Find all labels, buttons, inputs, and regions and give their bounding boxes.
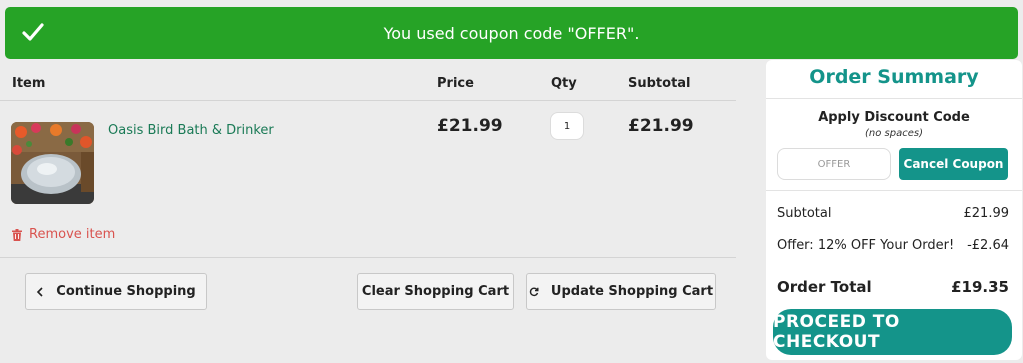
offer-row: Offer: 12% OFF Your Order! -£2.64	[777, 238, 1009, 253]
cart-divider	[0, 257, 736, 258]
check-icon	[22, 23, 44, 41]
continue-shopping-button[interactable]: Continue Shopping	[25, 273, 207, 310]
quantity-input[interactable]	[550, 112, 584, 140]
subtotal-label: Subtotal	[777, 206, 832, 221]
trash-icon	[12, 228, 22, 241]
discount-title: Apply Discount Code	[818, 110, 970, 125]
proceed-to-checkout-button[interactable]: PROCEED TO CHECKOUT	[773, 309, 1012, 355]
coupon-input[interactable]	[777, 148, 891, 180]
item-price: £21.99	[437, 116, 503, 136]
subtotal-row: Subtotal £21.99	[777, 206, 1009, 221]
summary-divider	[766, 98, 1022, 99]
cancel-coupon-button[interactable]: Cancel Coupon	[899, 148, 1008, 180]
offer-label: Offer: 12% OFF Your Order!	[777, 238, 955, 253]
order-summary-title: Order Summary	[809, 66, 979, 88]
success-banner: You used coupon code "OFFER".	[5, 7, 1018, 59]
cart-table-header: Item Price Qty Subtotal	[0, 60, 736, 101]
order-total-label: Order Total	[777, 278, 872, 296]
remove-item-label: Remove item	[29, 227, 116, 242]
order-total-row: Order Total £19.35	[777, 278, 1009, 296]
refresh-icon	[529, 287, 539, 297]
header-qty: Qty	[551, 76, 577, 91]
order-summary-panel: Order Summary Apply Discount Code (no sp…	[766, 60, 1022, 360]
header-subtotal: Subtotal	[628, 76, 691, 91]
banner-message: You used coupon code "OFFER".	[383, 23, 640, 43]
clear-cart-button[interactable]: Clear Shopping Cart	[357, 273, 514, 310]
continue-shopping-label: Continue Shopping	[56, 284, 196, 299]
header-item: Item	[12, 76, 46, 91]
subtotal-value: £21.99	[963, 206, 1010, 221]
summary-divider	[766, 190, 1022, 191]
discount-subtitle: (no spaces)	[865, 128, 923, 139]
update-cart-button[interactable]: Update Shopping Cart	[526, 273, 716, 310]
chevron-left-icon	[36, 286, 44, 297]
clear-cart-label: Clear Shopping Cart	[361, 284, 510, 299]
product-name-link[interactable]: Oasis Bird Bath & Drinker	[108, 123, 274, 138]
header-price: Price	[437, 76, 474, 91]
product-image[interactable]	[11, 122, 94, 204]
order-total-value: £19.35	[951, 278, 1009, 296]
update-cart-label: Update Shopping Cart	[550, 284, 714, 299]
remove-item-link[interactable]: Remove item	[12, 227, 115, 242]
offer-value: -£2.64	[967, 238, 1009, 253]
item-subtotal: £21.99	[628, 116, 694, 136]
